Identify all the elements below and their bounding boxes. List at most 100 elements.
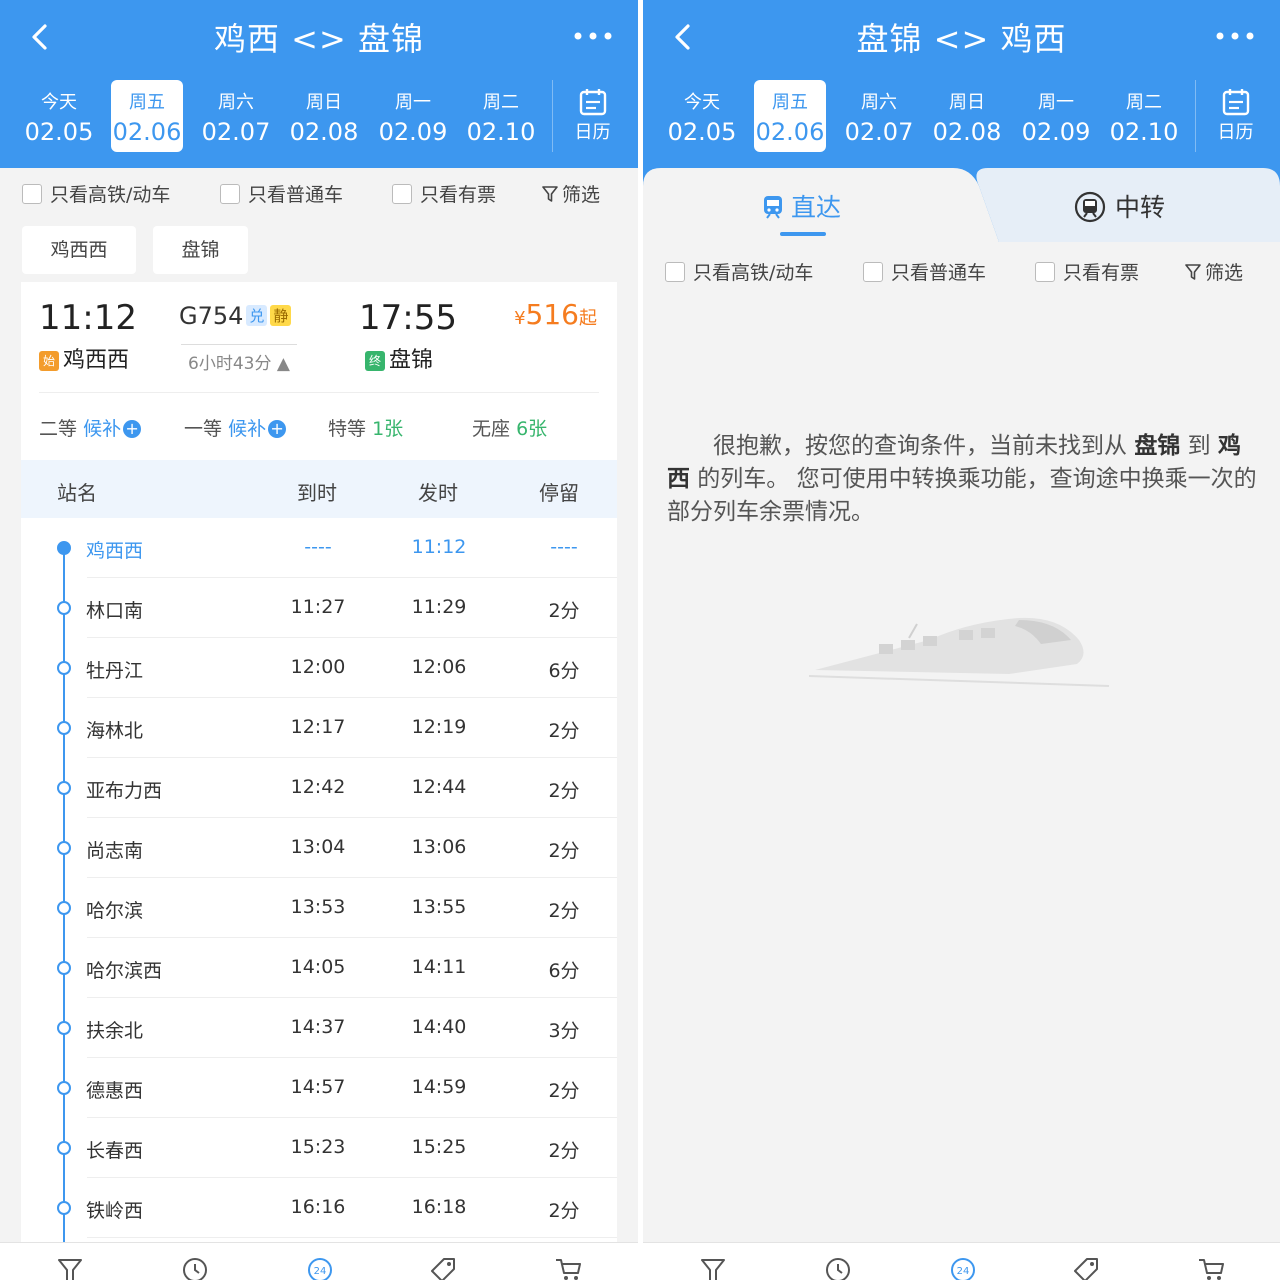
transfer-icon — [1074, 191, 1106, 223]
depart-time: 11:12 — [411, 536, 467, 558]
seat-first-class[interactable]: 一等 候补 + — [184, 414, 287, 441]
filter-high-speed[interactable]: 只看高铁/动车 — [665, 258, 813, 285]
stop-row: 哈尔滨 13:53 13:55 2分 — [21, 878, 617, 938]
depart-time: 16:18 — [411, 1196, 467, 1218]
tag-icon[interactable] — [1071, 1255, 1101, 1280]
depart-time: 12:06 — [411, 656, 467, 678]
24h-icon[interactable]: 24 — [948, 1255, 978, 1280]
price: ¥516起 — [514, 298, 597, 331]
stay-duration: 2分 — [548, 900, 580, 922]
sift-button[interactable]: 筛选 — [542, 180, 600, 207]
station-pill[interactable]: 盘锦 — [153, 226, 248, 274]
stay-duration: 2分 — [548, 780, 580, 802]
stop-dot — [57, 781, 71, 795]
sift-button[interactable]: 筛选 — [1185, 258, 1243, 285]
date-tab[interactable]: 周日 02.08 — [288, 80, 360, 152]
tab-transfer[interactable]: 中转 — [1073, 188, 1165, 224]
duration[interactable]: 6小时43分 ▲ — [181, 344, 297, 374]
calendar-button[interactable]: 日历 — [1195, 80, 1275, 152]
calendar-button[interactable]: 日历 — [552, 80, 632, 152]
checkbox[interactable] — [392, 184, 412, 204]
date-tab[interactable]: 今天 02.05 — [23, 80, 95, 152]
date-tab[interactable]: 周一 02.09 — [377, 80, 449, 152]
start-tag: 始 — [39, 351, 59, 371]
filter-icon[interactable] — [698, 1255, 728, 1280]
date-tab-selected[interactable]: 周五 02.06 — [111, 80, 183, 152]
filter-normal[interactable]: 只看普通车 — [220, 180, 343, 207]
stay-duration: 6分 — [548, 960, 580, 982]
filter-icon[interactable] — [55, 1255, 85, 1280]
row-divider — [87, 1237, 617, 1238]
more-icon[interactable] — [572, 22, 614, 50]
filter-has-ticket[interactable]: 只看有票 — [392, 180, 496, 207]
tag-icon[interactable] — [428, 1255, 458, 1280]
arrive-time: 14:57 — [290, 1076, 346, 1098]
clock-icon[interactable] — [823, 1255, 853, 1280]
stop-name: 牡丹江 — [86, 660, 144, 682]
calendar-icon — [1222, 89, 1249, 116]
stop-name: 扶余北 — [86, 1020, 144, 1042]
depart-time: 14:59 — [411, 1076, 467, 1098]
date-tab[interactable]: 周六 02.07 — [843, 80, 915, 152]
stop-table-header: 站名 到时 发时 停留 — [21, 460, 617, 518]
date-tab[interactable]: 周二 02.10 — [1108, 80, 1180, 152]
arrive-time: 13:53 — [290, 896, 346, 918]
train-icon — [764, 196, 782, 219]
arrive-time: 12:42 — [290, 776, 346, 798]
stay-duration: 2分 — [548, 840, 580, 862]
cart-icon[interactable] — [553, 1255, 583, 1280]
right-panel: 盘锦 <> 鸡西 今天 02.05 周五 02.06 周六 02.07 周日 02.08… — [643, 0, 1280, 1280]
stop-name: 铁岭西 — [86, 1200, 144, 1222]
date-strip: 今天 02.05 周五 02.06 周六 02.07 周日 02.08 周一 02.09 … — [0, 80, 638, 152]
tab-direct[interactable]: 直达 — [761, 188, 841, 224]
stay-duration: 3分 — [548, 1020, 580, 1042]
cart-icon[interactable] — [1196, 1255, 1226, 1280]
more-icon[interactable] — [1214, 22, 1256, 50]
date-tab[interactable]: 周日 02.08 — [931, 80, 1003, 152]
stay-duration: 2分 — [548, 1080, 580, 1102]
date-tab[interactable]: 今天 02.05 — [666, 80, 738, 152]
stop-name: 海林北 — [86, 720, 144, 742]
stop-dot — [57, 901, 71, 915]
date-tab[interactable]: 周一 02.09 — [1020, 80, 1092, 152]
filter-high-speed[interactable]: 只看高铁/动车 — [22, 180, 170, 207]
stay-duration: 2分 — [548, 600, 580, 622]
stop-row: 林口南 11:27 11:29 2分 — [21, 578, 617, 638]
empty-train-illustration — [809, 617, 1110, 687]
checkbox[interactable] — [863, 262, 883, 282]
arrival-time: 17:55 — [359, 298, 457, 338]
date-strip: 今天 02.05 周五 02.06 周六 02.07 周日 02.08 周一 02.09 … — [643, 80, 1280, 152]
depart-time: 15:25 — [411, 1136, 467, 1158]
train-number[interactable]: G754 兑静 — [179, 302, 292, 330]
train-card[interactable]: 11:12 始鸡西西 G754 兑静 6小时43分 ▲ 17:55 终盘锦 ¥51… — [21, 282, 617, 1280]
depart-time: 12:19 — [411, 716, 467, 738]
stop-row: 尚志南 13:04 13:06 2分 — [21, 818, 617, 878]
checkbox[interactable] — [1035, 262, 1055, 282]
plus-icon[interactable]: + — [268, 420, 287, 438]
checkbox[interactable] — [665, 262, 685, 282]
stop-name: 林口南 — [86, 600, 144, 622]
stop-name: 哈尔滨西 — [86, 960, 163, 982]
empty-result-message: 很抱歉，按您的查询条件，当前未找到从 盘锦 到 鸡西 的列车。 您可使用中转换乘… — [667, 433, 1257, 525]
filter-has-ticket[interactable]: 只看有票 — [1035, 258, 1139, 285]
stop-dot — [57, 1201, 71, 1215]
clock-icon[interactable] — [180, 1255, 210, 1280]
funnel-icon — [542, 186, 558, 202]
date-tab[interactable]: 周六 02.07 — [200, 80, 272, 152]
date-tab[interactable]: 周二 02.10 — [465, 80, 537, 152]
checkbox[interactable] — [220, 184, 240, 204]
seat-premium: 特等 1张 — [328, 418, 404, 440]
plus-icon[interactable]: + — [123, 420, 142, 438]
filter-normal[interactable]: 只看普通车 — [863, 258, 986, 285]
checkbox[interactable] — [22, 184, 42, 204]
stop-row: 鸡西西 ---- 11:12 ---- — [21, 518, 617, 578]
depart-time: 12:44 — [411, 776, 467, 798]
quiet-badge: 静 — [270, 305, 292, 326]
24h-icon[interactable]: 24 — [305, 1255, 335, 1280]
departure-station: 始鸡西西 — [39, 342, 129, 374]
seat-second-class[interactable]: 二等 候补 + — [39, 414, 142, 441]
tab-indicator — [780, 232, 826, 236]
date-tab-selected[interactable]: 周五 02.06 — [754, 80, 826, 152]
page-title: 盘锦 <> 鸡西 — [856, 20, 1067, 58]
station-pill[interactable]: 鸡西西 — [22, 226, 136, 274]
